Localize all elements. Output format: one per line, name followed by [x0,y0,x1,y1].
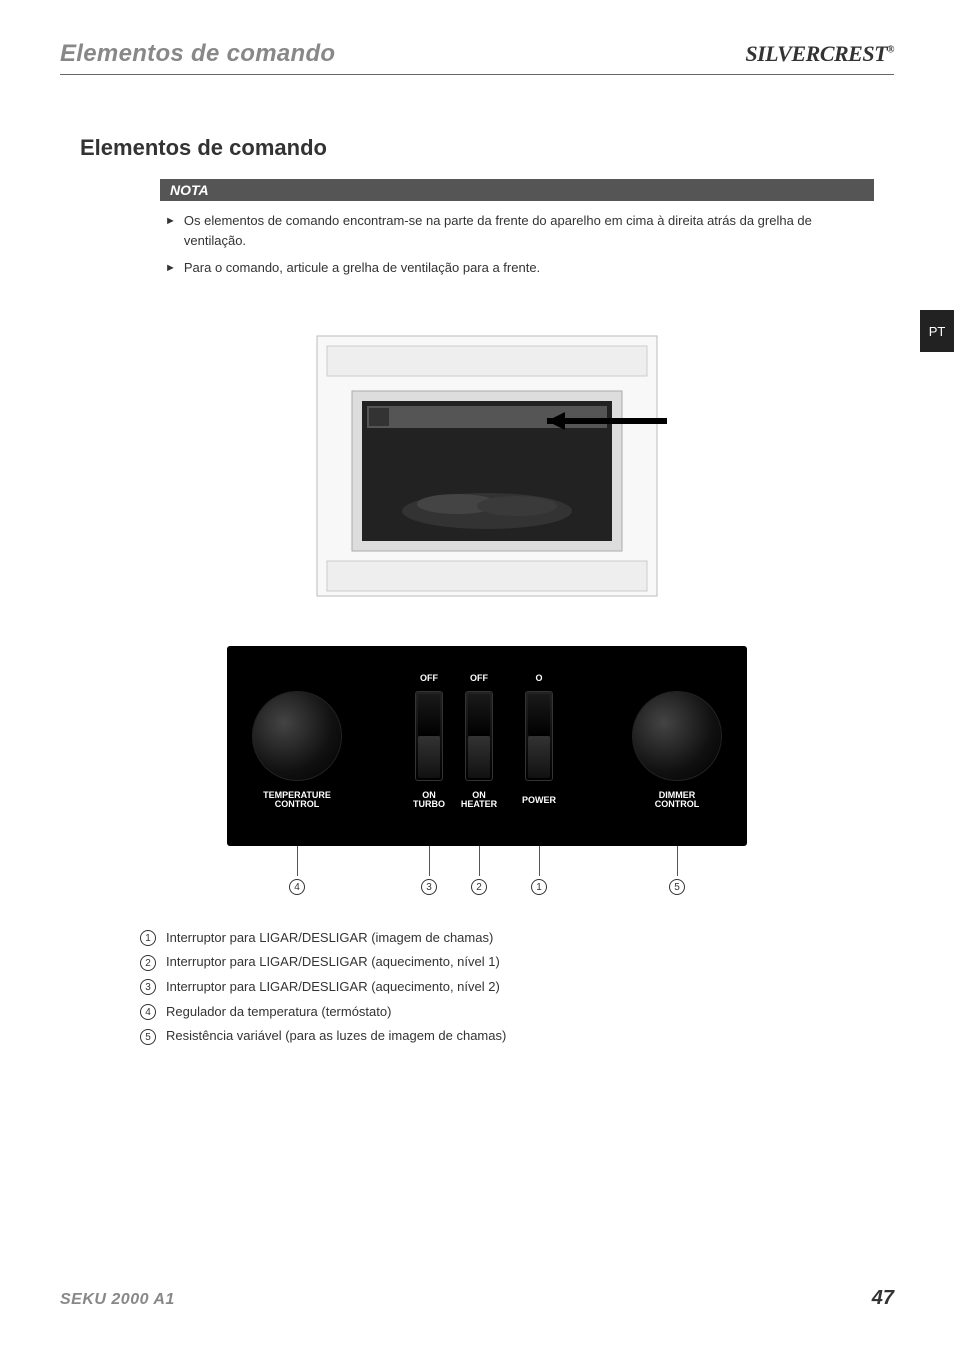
callout-line [429,846,430,876]
legend-text: Resistência variável (para as luzes de i… [166,1024,506,1049]
label-text: HEATER [461,799,497,809]
callout-4: 4 [289,878,305,895]
callout-num: 4 [289,879,305,895]
legend-item: 5 Resistência variável (para as luzes de … [140,1024,894,1049]
heater-label: ONHEATER [459,791,499,811]
temperature-label: TEMPERATURECONTROL [247,791,347,811]
fireplace-figure [297,326,677,606]
dimmer-label: DIMMERCONTROL [627,791,727,811]
note-body: ► Os elementos de comando encontram-se n… [160,201,874,296]
callout-num: 3 [421,879,437,895]
label-text: DIMMER [659,790,696,800]
bullet-arrow-icon: ► [165,213,176,250]
page-header: Elementos de comando SILVERCREST® [60,40,894,75]
page-number: 47 [872,1287,894,1310]
callout-5: 5 [669,878,685,895]
control-panel: OFF OFF O TEMPERATURECONTROL ONTURBO ONH… [227,646,747,846]
note-text: Os elementos de comando encontram-se na … [184,211,874,250]
bullet-arrow-icon: ► [165,260,176,278]
model-number: SEKU 2000 A1 [60,1291,175,1309]
callout-3: 3 [421,878,437,895]
note-header: NOTA [160,179,874,201]
turbo-label: ONTURBO [409,791,449,811]
legend-text: Interruptor para LIGAR/DESLIGAR (aquecim… [166,975,500,1000]
turbo-switch [415,691,443,781]
brand-reg: ® [887,45,894,56]
off-label: OFF [467,674,491,684]
note-block: NOTA ► Os elementos de comando encontram… [160,179,874,296]
page-footer: SEKU 2000 A1 47 [60,1287,894,1310]
callout-line [479,846,480,876]
brand-logo: SILVERCREST® [745,41,894,67]
legend-text: Interruptor para LIGAR/DESLIGAR (aquecim… [166,950,500,975]
label-text: CONTROL [655,799,700,809]
label-text: TURBO [413,799,445,809]
note-item: ► Os elementos de comando encontram-se n… [165,211,874,250]
legend-item: 3 Interruptor para LIGAR/DESLIGAR (aqueci… [140,975,894,1000]
legend-num: 5 [140,1029,156,1045]
note-text: Para o comando, articule a grelha de ven… [184,258,540,278]
label-text: ON [472,790,486,800]
callout-line [297,846,298,876]
power-label: POWER [519,796,559,806]
legend-num: 1 [140,930,156,946]
legend-num: 2 [140,955,156,971]
temperature-dial [252,691,342,781]
control-panel-figure: OFF OFF O TEMPERATURECONTROL ONTURBO ONH… [227,646,747,906]
header-title: Elementos de comando [60,40,335,68]
dimmer-dial [632,691,722,781]
language-tab: PT [920,310,954,352]
legend-text: Interruptor para LIGAR/DESLIGAR (imagem … [166,926,493,951]
power-switch [525,691,553,781]
off-label: OFF [417,674,441,684]
callout-1: 1 [531,878,547,895]
label-text: TEMPERATURE [263,790,331,800]
heater-switch [465,691,493,781]
callout-line [677,846,678,876]
legend-num: 3 [140,979,156,995]
legend-item: 2 Interruptor para LIGAR/DESLIGAR (aqueci… [140,950,894,975]
callout-line [539,846,540,876]
section-title: Elementos de comando [80,135,894,161]
legend-list: 1 Interruptor para LIGAR/DESLIGAR (imagem… [140,926,894,1049]
callout-2: 2 [471,878,487,895]
callout-num: 5 [669,879,685,895]
legend-text: Regulador da temperatura (termóstato) [166,1000,391,1025]
label-text: ON [422,790,436,800]
callout-num: 2 [471,879,487,895]
brand-text: SILVERCREST [745,41,887,66]
legend-item: 4 Regulador da temperatura (termóstato) [140,1000,894,1025]
note-item: ► Para o comando, articule a grelha de v… [165,258,874,278]
label-text: CONTROL [275,799,320,809]
legend-item: 1 Interruptor para LIGAR/DESLIGAR (imagem… [140,926,894,951]
callouts-row: 4 3 2 1 5 [227,846,747,906]
o-label: O [527,674,551,684]
callout-num: 1 [531,879,547,895]
legend-num: 4 [140,1004,156,1020]
